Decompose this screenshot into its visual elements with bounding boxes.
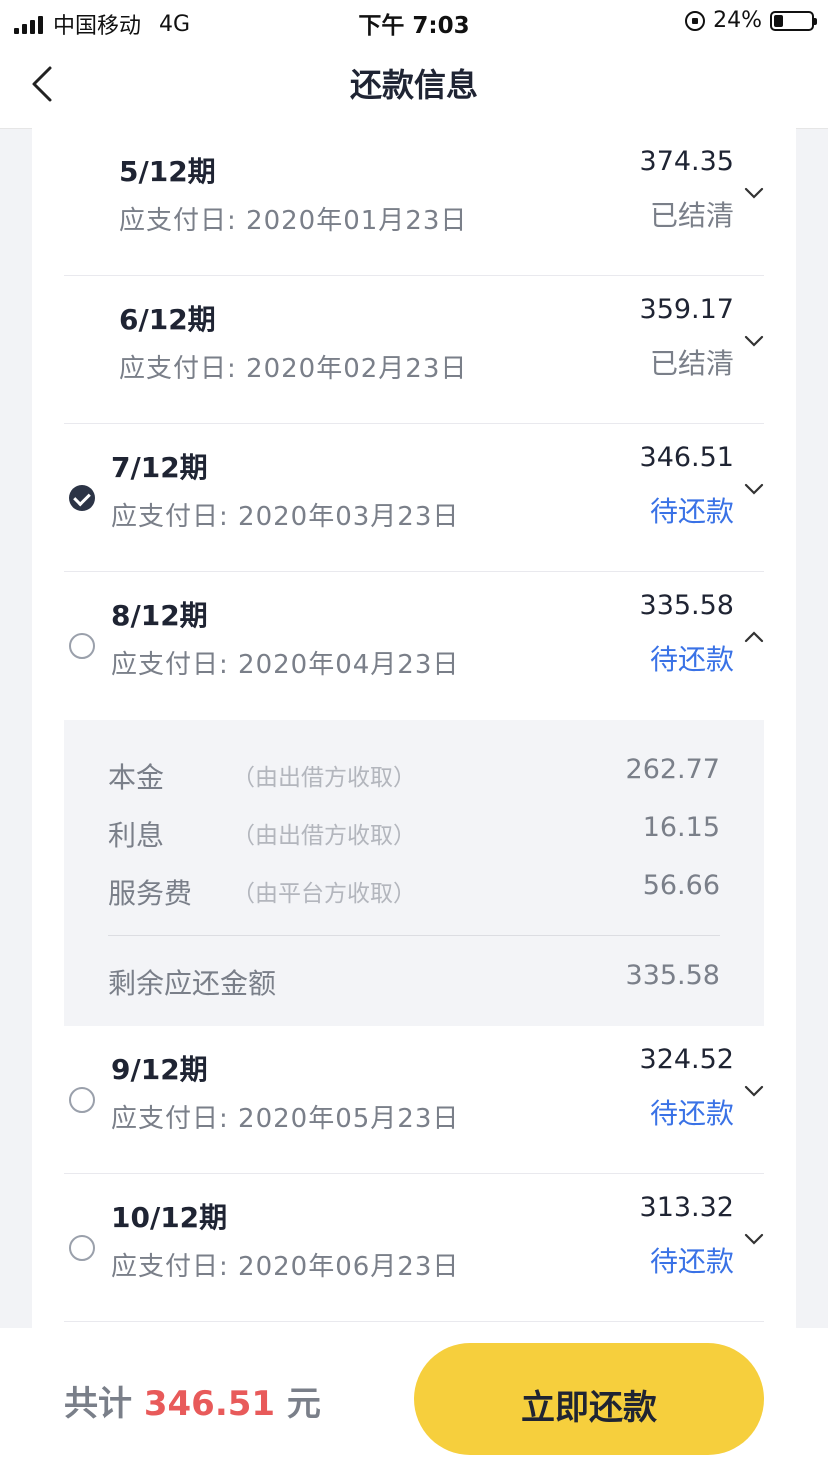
installment-status: 已结清 [649, 199, 734, 232]
installment-amount: 359.17 [639, 294, 734, 325]
divider [108, 935, 720, 936]
installment-due-date: 应支付日: 2020年05月23日 [111, 1104, 460, 1134]
select-checkbox[interactable] [69, 1235, 95, 1261]
page-title: 还款信息 [349, 66, 478, 104]
installment-row[interactable]: 6/12期 应支付日: 2020年02月23日 359.17 已结清 [32, 276, 796, 424]
installment-row[interactable]: 8/12期 应支付日: 2020年04月23日 335.58 待还款 [32, 572, 796, 720]
installment-period: 8/12期 [111, 599, 208, 632]
chevron-down-icon[interactable] [744, 331, 764, 351]
chevron-up-icon[interactable] [744, 627, 764, 647]
installment-period: 9/12期 [111, 1053, 208, 1086]
installment-row[interactable]: 9/12期 应支付日: 2020年05月23日 324.52 待还款 [32, 1026, 796, 1174]
installment-list: 5/12期 应支付日: 2020年01月23日 374.35 已结清 6/12期… [32, 128, 796, 1328]
service-fee-note: （由平台方收取） [232, 881, 416, 907]
remaining-value: 335.58 [625, 960, 720, 991]
divider [64, 1321, 764, 1322]
principal-value: 262.77 [625, 754, 720, 785]
installment-amount: 374.35 [639, 146, 734, 177]
principal-note: （由出借方收取） [232, 765, 416, 791]
rotation-lock-icon [685, 10, 706, 31]
bottom-bar: 共计 346.51 元 立即还款 [0, 1328, 828, 1472]
total-unit: 元 [286, 1384, 321, 1424]
installment-due-date: 应支付日: 2020年02月23日 [119, 354, 468, 384]
chevron-down-icon[interactable] [744, 183, 764, 203]
chevron-down-icon[interactable] [744, 1081, 764, 1101]
installment-period: 7/12期 [111, 451, 208, 484]
principal-label: 本金 [108, 761, 165, 794]
installment-amount: 346.51 [639, 442, 734, 473]
pay-now-label: 立即还款 [521, 1388, 657, 1428]
chevron-down-icon[interactable] [744, 479, 764, 499]
select-checkbox[interactable] [69, 633, 95, 659]
battery-fill [774, 14, 783, 27]
status-right: 24% [685, 8, 817, 33]
total-summary: 共计 346.51 元 [64, 1376, 321, 1425]
installment-status: 已结清 [649, 347, 734, 380]
status-bar: 中国移动 4G 下午 7:03 24% [0, 0, 828, 40]
installment-status: 待还款 [649, 1097, 734, 1130]
installment-row[interactable]: 7/12期 应支付日: 2020年03月23日 346.51 待还款 [32, 424, 796, 572]
installment-due-date: 应支付日: 2020年06月23日 [111, 1252, 460, 1282]
installment-amount: 313.32 [639, 1192, 734, 1223]
interest-note: （由出借方收取） [232, 823, 416, 849]
installment-status: 待还款 [649, 495, 734, 528]
interest-value: 16.15 [642, 812, 720, 843]
pay-now-button[interactable]: 立即还款 [414, 1343, 764, 1455]
chevron-down-icon[interactable] [744, 1229, 764, 1249]
installment-period: 6/12期 [119, 303, 216, 336]
installment-period: 5/12期 [119, 155, 216, 188]
battery-icon [770, 10, 817, 31]
installment-period: 10/12期 [111, 1201, 228, 1234]
installment-status: 待还款 [649, 643, 734, 676]
installment-amount: 324.52 [639, 1044, 734, 1075]
total-prefix: 共计 [64, 1384, 132, 1424]
installment-amount: 335.58 [639, 590, 734, 621]
installment-status: 待还款 [649, 1245, 734, 1278]
installment-due-date: 应支付日: 2020年03月23日 [111, 502, 460, 532]
select-checkbox[interactable] [69, 1087, 95, 1113]
installment-due-date: 应支付日: 2020年04月23日 [111, 650, 460, 680]
service-fee-label: 服务费 [108, 877, 193, 910]
select-checkbox-checked[interactable] [69, 485, 95, 511]
remaining-label: 剩余应还金额 [108, 967, 277, 1000]
battery-percent: 24% [713, 8, 762, 33]
interest-label: 利息 [108, 819, 165, 852]
installment-due-date: 应支付日: 2020年01月23日 [119, 206, 468, 236]
installment-row[interactable]: 5/12期 应支付日: 2020年01月23日 374.35 已结清 [32, 128, 796, 276]
service-fee-value: 56.66 [642, 870, 720, 901]
installment-row[interactable]: 10/12期 应支付日: 2020年06月23日 313.32 待还款 [32, 1174, 796, 1322]
total-amount: 346.51 [143, 1384, 276, 1424]
installment-details: 本金 （由出借方收取） 262.77 利息 （由出借方收取） 16.15 服务费… [64, 720, 764, 1026]
nav-bar: 还款信息 [0, 40, 828, 129]
